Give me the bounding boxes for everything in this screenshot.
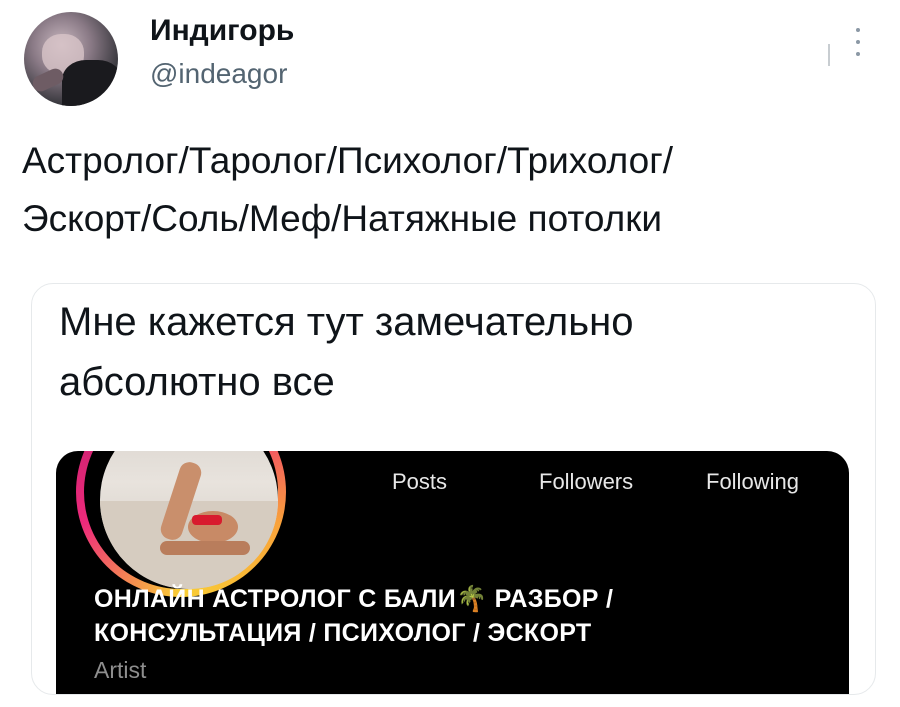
profile-category: Artist <box>94 657 147 683</box>
palm-tree-icon: 🌴 <box>455 585 488 613</box>
profile-photo <box>100 451 278 589</box>
quoted-tweet-text: Мне кажется тут замечательно абсолютно в… <box>59 300 634 404</box>
tweet: Индигорь @indeagor Астролог/Таролог/Псих… <box>0 0 900 707</box>
bio-line1-end: РАЗБОР / <box>494 585 614 613</box>
story-ring <box>76 451 286 597</box>
stat-followers-label: Followers <box>539 469 634 494</box>
author-avatar[interactable] <box>24 12 118 106</box>
profile-bio: ОНЛАЙН АСТРОЛОГ С БАЛИ🌴 РАЗБОР / КОНСУЛЬ… <box>94 582 834 650</box>
profile-screenshot: Posts Followers Following ОНЛАЙН АСТРОЛО… <box>56 451 849 694</box>
bio-line2: КОНСУЛЬТАЦИЯ / ПСИХОЛОГ / ЭСКОРТ <box>94 619 592 647</box>
author-display-name[interactable]: Индигорь <box>150 14 294 48</box>
more-options-icon[interactable] <box>846 28 870 68</box>
bio-line1: ОНЛАЙН АСТРОЛОГ С БАЛИ <box>94 585 456 613</box>
stat-posts-label: Posts <box>392 469 448 494</box>
divider-mark <box>828 44 830 66</box>
quoted-tweet[interactable]: Мне кажется тут замечательно абсолютно в… <box>31 283 876 695</box>
author-handle[interactable]: @indeagor <box>150 58 287 90</box>
stat-following-label: Following <box>706 469 799 494</box>
tweet-text: Астролог/Таролог/Психолог/Трихолог/ Эско… <box>22 140 673 239</box>
